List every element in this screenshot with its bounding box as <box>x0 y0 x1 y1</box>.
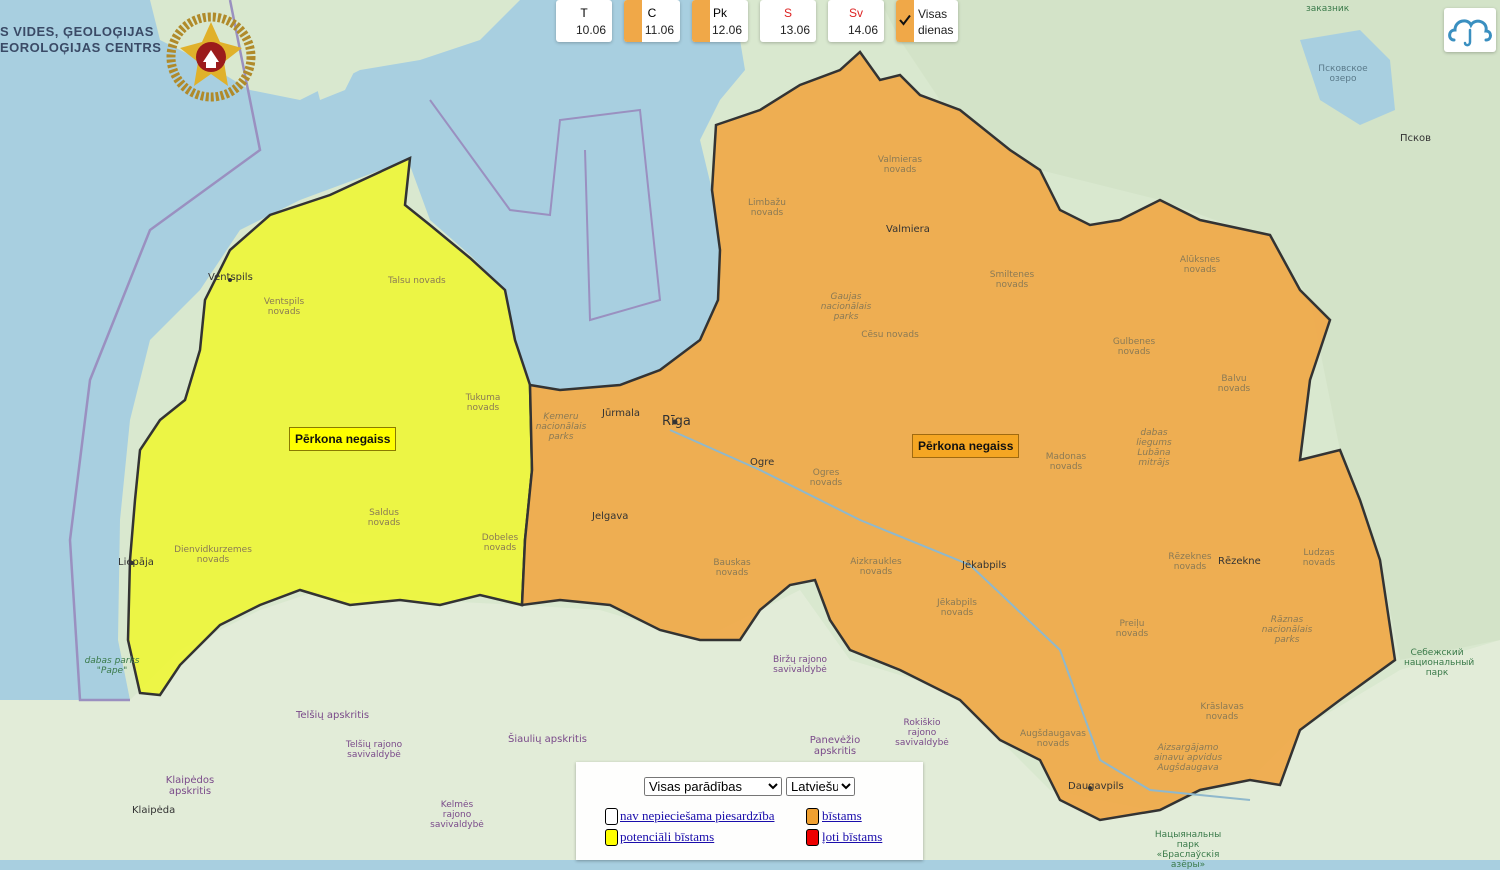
day-tab-sat[interactable]: Sv 14.06 <box>828 0 884 42</box>
district-label: Rēzeknes novads <box>1168 552 1212 572</box>
district-label: Saldus novads <box>367 508 401 528</box>
city-label-klaipeda: Klaipėda <box>132 805 176 816</box>
foreign-label: Kelmės rajono savivaldybė <box>430 800 484 830</box>
day-tab-label: Pk <box>712 6 727 20</box>
all-days-label-line2: dienas <box>918 23 954 37</box>
district-label: Gulbenes novads <box>1112 337 1156 357</box>
legend-swatch-dangerous <box>806 808 819 825</box>
legend-panel: Visas parādības Latviešu nav nepieciešam… <box>576 762 923 860</box>
district-label: Ludzas novads <box>1302 548 1336 568</box>
foreign-label: заказник <box>1306 4 1350 14</box>
meteo-button[interactable] <box>1444 8 1496 52</box>
warning-label-west[interactable]: Pērkona negaiss <box>289 427 397 451</box>
agency-name-line2: EOROLOĢIJAS CENTRS <box>0 40 162 55</box>
phenomenon-select[interactable]: Visas parādības <box>644 777 782 796</box>
day-tab-label: T <box>580 6 588 20</box>
district-label: Tukuma novads <box>465 393 501 413</box>
city-label-jelgava: Jelgava <box>592 511 629 522</box>
district-label: Augšdaugavas novads <box>1020 729 1086 749</box>
day-tab-date: 12.06 <box>711 23 742 37</box>
legend-item-none[interactable]: nav nepieciešama piesardzība <box>620 808 774 824</box>
district-label: Ogres novads <box>809 468 843 488</box>
park-label: Gaujas nacionālais parks <box>820 292 872 322</box>
warning-label-east[interactable]: Pērkona negaiss <box>912 434 1020 458</box>
day-tab-date: 10.06 <box>575 23 606 37</box>
agency-name: S VIDES, ĢEOLOĢIJAS EOROLOĢIJAS CENTRS <box>0 24 161 56</box>
all-days-label: Visas dienas <box>918 6 953 38</box>
legend-item-dangerous[interactable]: bīstams <box>822 808 862 824</box>
foreign-label: Panevėžio apskritis <box>809 735 861 757</box>
city-label-daugavpils: Daugavpils <box>1068 781 1124 792</box>
city-label-pskov: Псков <box>1400 133 1432 144</box>
day-tab-fri[interactable]: S 13.06 <box>760 0 816 42</box>
district-label: Jēkabpils novads <box>937 598 977 618</box>
district-label: Dienvidkurzemes novads <box>174 545 252 565</box>
city-label-jurmala: Jūrmala <box>602 408 640 419</box>
district-label: Valmieras novads <box>877 155 923 175</box>
park-label: Aizsargājamo ainavu apvidus Augšdaugava <box>1153 743 1223 773</box>
day-tab-tue[interactable]: T 10.06 <box>556 0 612 42</box>
city-label-jekabpils: Jēkabpils <box>962 560 1007 571</box>
district-label: Cēsu novads <box>861 330 919 340</box>
district-label: Krāslavas novads <box>1200 702 1244 722</box>
foreign-label: Šiaulių apskritis <box>508 734 587 745</box>
district-label: Ventspils novads <box>263 297 305 317</box>
city-label-rezekne: Rēzekne <box>1218 556 1261 567</box>
district-label: Smiltenes novads <box>989 270 1035 290</box>
district-label: Alūksnes novads <box>1179 255 1221 275</box>
city-label-ogre: Ogre <box>750 457 775 468</box>
day-tab-label: S <box>783 6 792 20</box>
all-days-label-line1: Visas <box>918 7 948 21</box>
city-label-ventspils: Ventspils <box>208 272 253 283</box>
day-tab-date: 11.06 <box>644 23 674 37</box>
park-label: Ķemeru nacionālais parks <box>535 412 587 442</box>
district-label: Limbažu novads <box>748 198 786 218</box>
district-label: Talsu novads <box>388 276 446 286</box>
foreign-label: Biržų rajono savivaldybė <box>772 655 828 675</box>
city-label-valmiera: Valmiera <box>886 224 930 235</box>
day-tab-label: C <box>647 6 657 20</box>
district-label: Dobeles novads <box>481 533 519 553</box>
legend-item-very-dangerous[interactable]: ļoti bīstams <box>822 829 882 845</box>
legend-item-potential[interactable]: potenciāli bīstams <box>620 829 714 845</box>
civil-protection-emblem-icon <box>166 12 256 102</box>
day-tab-date: 13.06 <box>779 23 810 37</box>
language-select[interactable]: Latviešu <box>786 777 855 796</box>
district-label: Preiļu novads <box>1115 619 1149 639</box>
foreign-label: Себежский национальный парк <box>1404 648 1475 678</box>
legend-swatch-potential <box>605 829 618 846</box>
day-tab-thu[interactable]: Pk 12.06 <box>692 0 748 42</box>
foreign-label: Telšių apskritis <box>296 710 370 721</box>
legend-swatch-very-dangerous <box>806 829 819 846</box>
foreign-label: Klaipėdos apskritis <box>165 775 215 797</box>
district-label: Bauskas novads <box>713 558 751 578</box>
park-label: Rāznas nacionālais parks <box>1261 615 1313 645</box>
park-label: dabas parks "Pape" <box>84 656 140 676</box>
day-tab-wed[interactable]: C 11.06 <box>624 0 680 42</box>
district-label: Madonas novads <box>1045 452 1087 472</box>
city-label-riga: Rīga <box>662 414 691 429</box>
district-label: Aizkraukles novads <box>850 557 902 577</box>
city-label-liepaja: Liepāja <box>118 557 154 568</box>
foreign-label: Нацыянальны парк «Браслаўскія азёры» <box>1154 830 1222 870</box>
legend-swatch-none <box>605 808 618 825</box>
agency-name-line1: S VIDES, ĢEOLOĢIJAS <box>0 24 154 39</box>
foreign-label: Псковское озеро <box>1318 64 1368 84</box>
foreign-label: Telšių rajono savivaldybė <box>345 740 403 760</box>
cloud-umbrella-icon <box>1448 19 1492 47</box>
day-tab-date: 14.06 <box>847 23 878 37</box>
map-canvas[interactable] <box>0 0 1500 860</box>
foreign-label: Rokiškio rajono savivaldybė <box>895 718 949 748</box>
district-label: Balvu novads <box>1217 374 1251 394</box>
day-tab-label: Sv <box>848 6 863 20</box>
all-days-toggle[interactable]: Visas dienas <box>896 0 958 42</box>
checkmark-icon <box>899 14 911 26</box>
park-label: dabas liegums Lubāna mitrājs <box>1136 428 1172 468</box>
